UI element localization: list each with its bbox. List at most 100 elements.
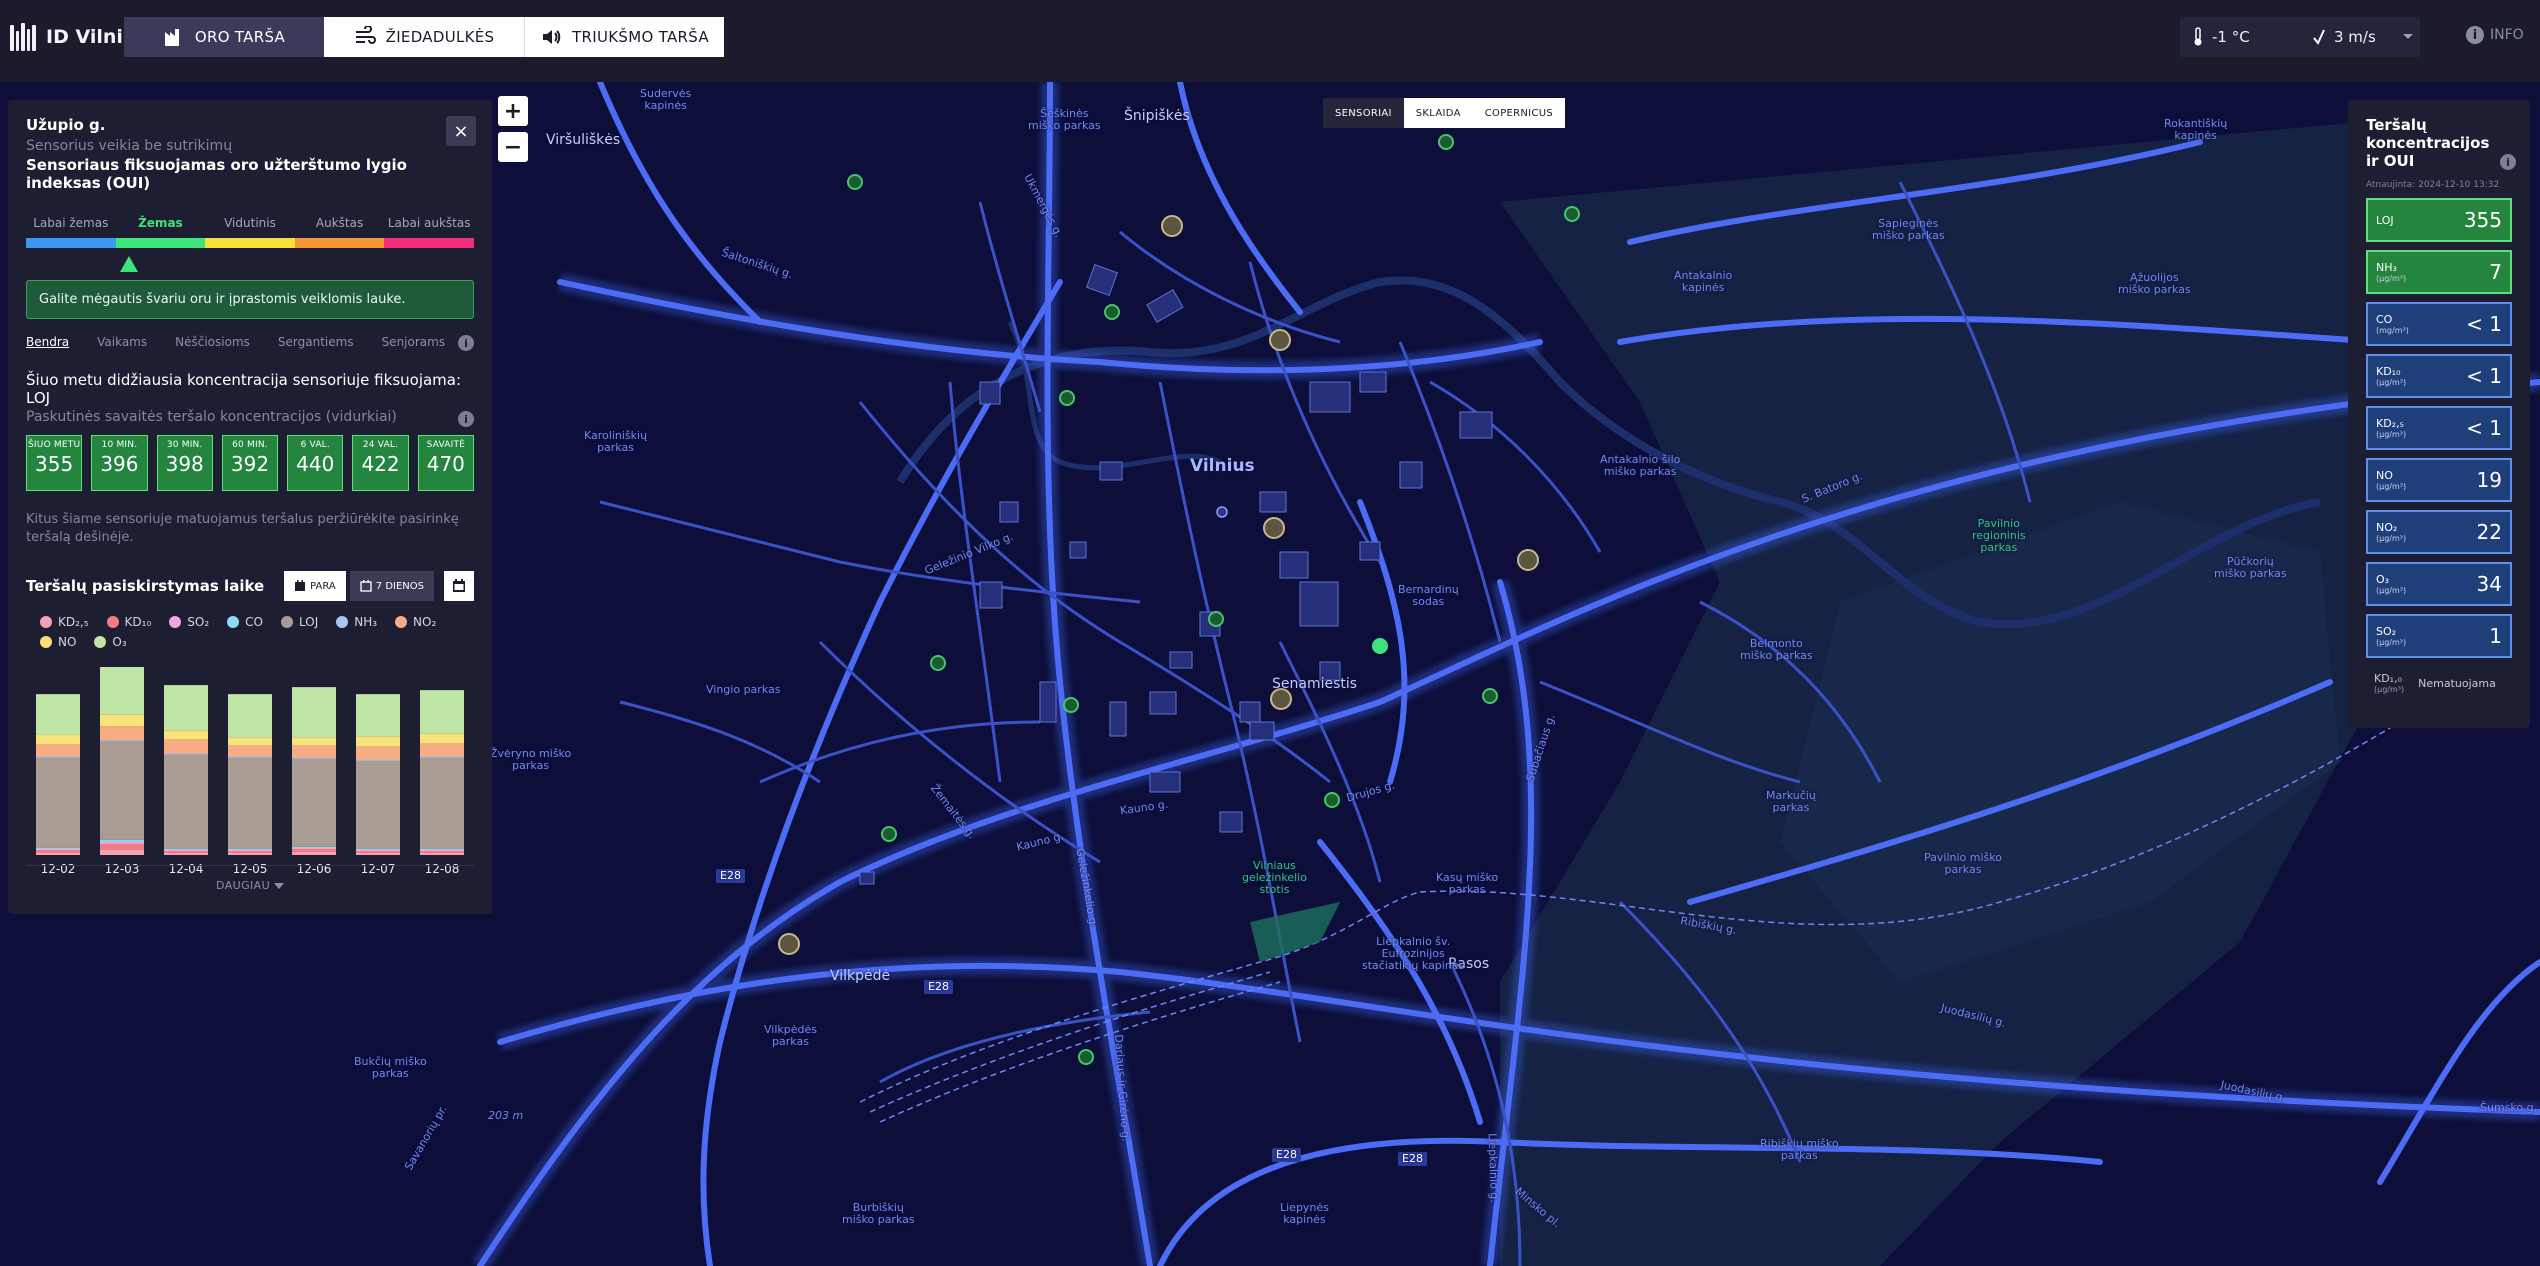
bar-segment[interactable] — [228, 848, 272, 850]
source-sensors-button[interactable]: SENSORIAI — [1323, 98, 1404, 128]
bar-segment[interactable] — [164, 848, 208, 850]
bar-segment[interactable] — [164, 685, 208, 731]
bar-segment[interactable] — [356, 736, 400, 747]
info-icon[interactable]: i — [458, 335, 474, 351]
tab-sick[interactable]: Sergantiems — [278, 335, 354, 349]
bar-segment[interactable] — [292, 745, 336, 758]
bar-segment[interactable] — [356, 852, 400, 855]
bar-segment[interactable] — [228, 737, 272, 746]
bar-segment[interactable] — [164, 852, 208, 855]
average-card[interactable]: 60 MIN. 392 — [221, 435, 279, 491]
pollutant-card[interactable]: NO (μg/m³) 19 — [2366, 458, 2512, 502]
pollutant-card[interactable]: CO (mg/m³) < 1 — [2366, 302, 2512, 346]
legend-item[interactable]: CO — [227, 615, 263, 629]
bar-segment[interactable] — [356, 760, 400, 849]
bar-segment[interactable] — [228, 694, 272, 738]
bar-segment[interactable] — [228, 756, 272, 758]
bar-segment[interactable] — [292, 848, 336, 852]
bar-segment[interactable] — [292, 737, 336, 746]
zoom-in-button[interactable]: + — [498, 96, 528, 126]
legend-item[interactable]: NO₂ — [395, 615, 436, 629]
tab-general[interactable]: Bendra — [26, 335, 69, 349]
bar-segment[interactable] — [36, 756, 80, 758]
bar-segment[interactable] — [356, 694, 400, 737]
bar-segment[interactable] — [420, 743, 464, 757]
bar-segment[interactable] — [36, 848, 80, 850]
average-card[interactable]: 10 MIN. 396 — [91, 435, 148, 491]
info-icon[interactable]: i — [458, 411, 474, 427]
chevron-down-icon[interactable] — [2402, 33, 2414, 41]
tab-noise[interactable]: TRIUKŠMO TARŠA — [524, 17, 724, 57]
pollutant-card[interactable]: KD₁₀ (μg/m³) < 1 — [2366, 354, 2512, 398]
pollutant-card[interactable]: KD₂,₅ (μg/m³) < 1 — [2366, 406, 2512, 450]
period-day-button[interactable]: PARA — [284, 571, 346, 601]
pollutant-card[interactable]: NH₃ (μg/m³) 7 — [2366, 250, 2512, 294]
bar-segment[interactable] — [420, 848, 464, 850]
pollutant-card[interactable]: LOJ 355 — [2366, 198, 2512, 242]
tab-seniors[interactable]: Senjorams — [382, 335, 446, 349]
legend-item[interactable]: SO₂ — [169, 615, 209, 629]
bar-segment[interactable] — [292, 757, 336, 759]
info-icon[interactable]: i — [2500, 154, 2516, 170]
bar-segment[interactable] — [228, 852, 272, 855]
date-picker-button[interactable] — [444, 571, 474, 601]
bar-segment[interactable] — [420, 852, 464, 855]
bar-segment[interactable] — [164, 850, 208, 853]
bar-segment[interactable] — [164, 754, 208, 849]
bar-segment[interactable] — [36, 757, 80, 848]
bar-segment[interactable] — [164, 849, 208, 851]
bar-segment[interactable] — [100, 726, 144, 741]
bar-segment[interactable] — [356, 849, 400, 851]
bar-segment[interactable] — [100, 714, 144, 727]
bar-segment[interactable] — [292, 687, 336, 738]
bar-segment[interactable] — [164, 739, 208, 754]
bar-segment[interactable] — [100, 839, 144, 842]
bar-segment[interactable] — [292, 846, 336, 848]
bar-segment[interactable] — [292, 851, 336, 855]
source-dispersion-button[interactable]: SKLAIDA — [1403, 98, 1473, 128]
bar-segment[interactable] — [420, 757, 464, 849]
bar-segment[interactable] — [36, 694, 80, 735]
zoom-out-button[interactable]: − — [498, 132, 528, 162]
info-button[interactable]: i INFO — [2466, 26, 2524, 44]
bar-segment[interactable] — [356, 848, 400, 850]
pollutant-card[interactable]: NO₂ (μg/m³) 22 — [2366, 510, 2512, 554]
tab-pollen[interactable]: ŽIEDADULKĖS — [324, 17, 524, 57]
bar-segment[interactable] — [36, 847, 80, 849]
bar-segment[interactable] — [356, 850, 400, 853]
bar-segment[interactable] — [100, 843, 144, 850]
legend-item[interactable]: LOJ — [280, 615, 318, 629]
bar-segment[interactable] — [36, 734, 80, 745]
bar-segment[interactable] — [228, 757, 272, 849]
more-button[interactable]: DAUGIAU — [8, 879, 492, 892]
bar-segment[interactable] — [100, 841, 144, 844]
period-7days-button[interactable]: 7 DIENOS — [349, 571, 434, 601]
weather-widget[interactable]: -1 °C 3 m/s — [2180, 17, 2420, 57]
pollutant-card[interactable]: O₃ (μg/m³) 34 — [2366, 562, 2512, 606]
legend-item[interactable]: NH₃ — [336, 615, 377, 629]
legend-item[interactable]: O₃ — [94, 635, 127, 649]
bar-segment[interactable] — [100, 667, 144, 715]
bar-segment[interactable] — [100, 741, 144, 840]
source-copernicus-button[interactable]: COPERNICUS — [1472, 98, 1565, 128]
average-card[interactable]: 30 MIN. 398 — [156, 435, 213, 491]
close-button[interactable]: × — [446, 116, 476, 146]
bar-segment[interactable] — [164, 730, 208, 740]
average-card[interactable]: 6 VAL. 440 — [287, 435, 344, 491]
bar-segment[interactable] — [356, 759, 400, 761]
average-card[interactable]: 24 VAL. 422 — [352, 435, 409, 491]
bar-segment[interactable] — [228, 850, 272, 853]
bar-segment[interactable] — [292, 847, 336, 849]
bar-segment[interactable] — [36, 744, 80, 757]
pollutant-card[interactable]: SO₂ (μg/m³) 1 — [2366, 614, 2512, 658]
bar-segment[interactable] — [36, 849, 80, 853]
bar-segment[interactable] — [100, 740, 144, 742]
bar-segment[interactable] — [100, 849, 144, 855]
legend-item[interactable]: KD₂,₅ — [40, 615, 89, 629]
bar-segment[interactable] — [164, 753, 208, 755]
bar-segment[interactable] — [292, 758, 336, 847]
bar-segment[interactable] — [420, 690, 464, 734]
bar-segment[interactable] — [420, 849, 464, 851]
legend-item[interactable]: NO — [40, 635, 76, 649]
average-card[interactable]: ŠIUO METU 355 — [26, 435, 83, 491]
